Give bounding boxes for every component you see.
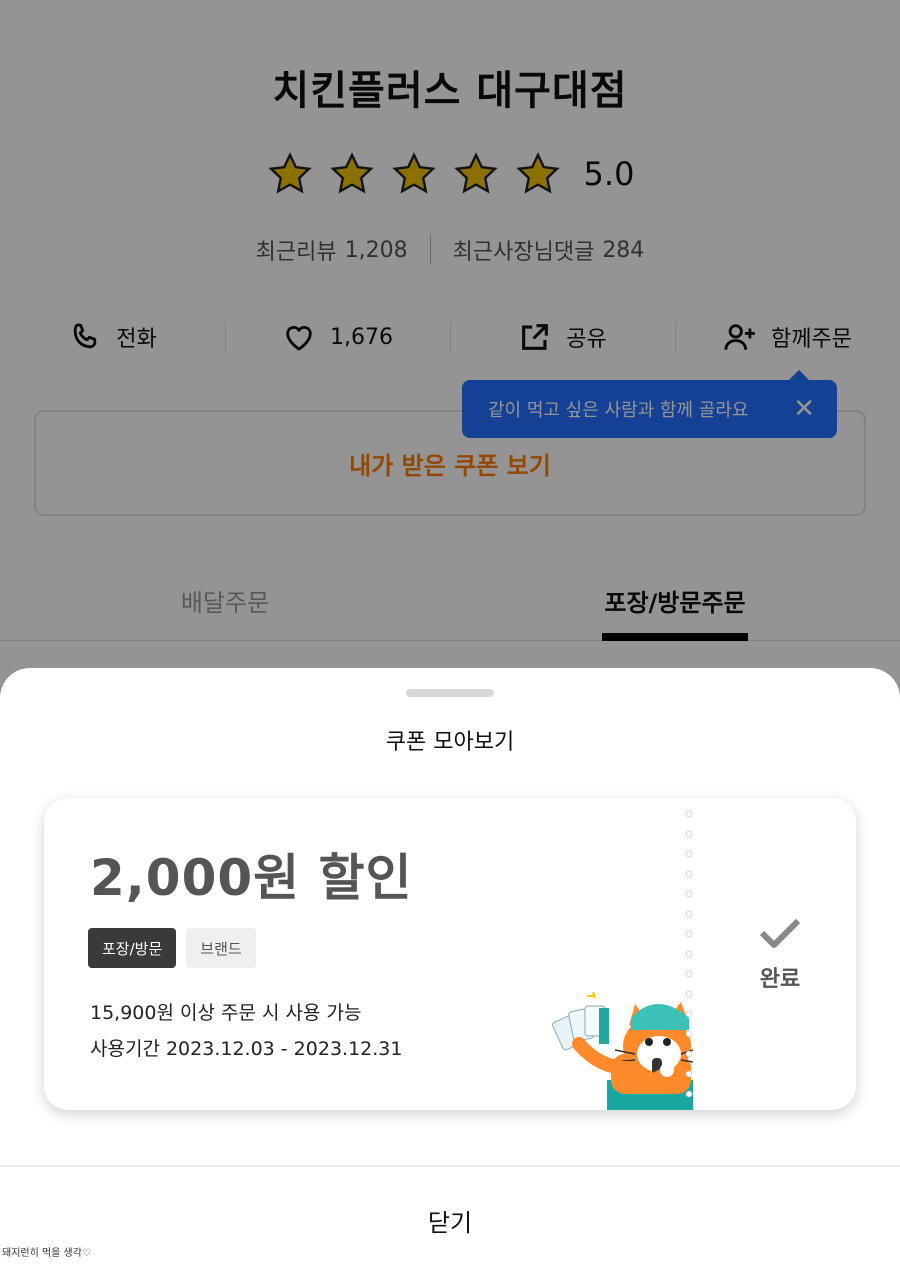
coupon-tags: 포장/방문 브랜드 [88, 928, 256, 968]
sheet-title: 쿠폰 모아보기 [385, 730, 515, 755]
watermark-text: 돼지런히 먹을 생각♡ [2, 1248, 91, 1259]
drag-handle[interactable] [406, 689, 494, 697]
divider [0, 1165, 900, 1167]
cat-mascot-illustration [552, 991, 693, 1110]
close-button[interactable]: 닫기 [0, 1195, 900, 1245]
perforation-line [685, 804, 693, 1104]
coupon-card: 2,000원 할인 포장/방문 브랜드 15,900원 이상 주문 시 사용 가… [44, 798, 856, 1110]
check-icon [759, 918, 801, 948]
coupon-sheet: 쿠폰 모아보기 2,000원 할인 포장/방문 브랜드 15,900원 이상 주… [0, 668, 900, 1273]
coupon-period: 사용기간 2023.12.03 - 2023.12.31 [90, 1038, 403, 1060]
coupon-amount: 2,000원 할인 [90, 849, 413, 907]
tag-brand: 브랜드 [186, 928, 256, 968]
tag-pickup: 포장/방문 [88, 928, 177, 968]
status-label: 완료 [759, 967, 801, 992]
coupon-status: 완료 [704, 798, 856, 1110]
coupon-condition: 15,900원 이상 주문 시 사용 가능 [90, 1002, 362, 1024]
